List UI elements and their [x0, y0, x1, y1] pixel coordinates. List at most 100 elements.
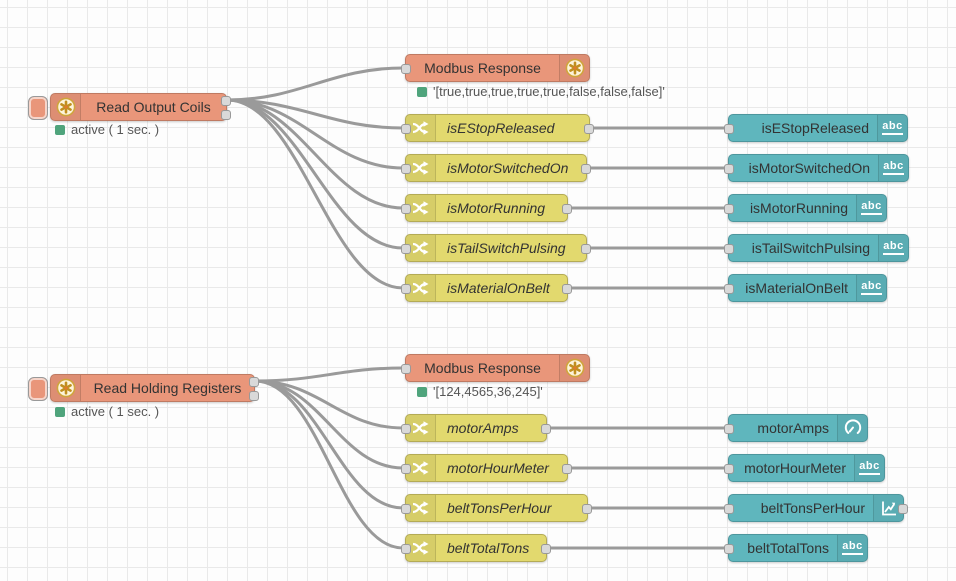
output-port[interactable] [584, 124, 594, 134]
status-dot-icon [417, 87, 427, 97]
wire[interactable] [255, 368, 403, 381]
node-label: isTailSwitchPulsing [436, 235, 586, 261]
input-port[interactable] [401, 284, 411, 294]
input-port[interactable] [401, 244, 411, 254]
node-label: beltTotalTons [729, 535, 837, 561]
status-text: active ( 1 sec. ) [71, 122, 159, 137]
wire[interactable] [227, 68, 403, 100]
input-port[interactable] [401, 124, 411, 134]
abc-icon: abc [837, 535, 867, 561]
node-switch-istailswitchpulsing[interactable]: isTailSwitchPulsing [405, 234, 587, 262]
wire[interactable] [227, 100, 403, 248]
node-label: isEStopReleased [729, 115, 877, 141]
node-label: motorHourMeter [729, 455, 854, 481]
node-ui-motoramps[interactable]: motorAmps [728, 414, 868, 442]
node-switch-ismaterialonbelt[interactable]: isMaterialOnBelt [405, 274, 568, 302]
node-switch-isestopreleased[interactable]: isEStopReleased [405, 114, 590, 142]
status-dot-icon [55, 407, 65, 417]
node-read-output-coils[interactable]: Read Output Coils [50, 93, 227, 121]
node-ui-ismotorrunning[interactable]: isMotorRunning abc [728, 194, 887, 222]
output-port[interactable] [582, 504, 592, 514]
modbus-icon [51, 94, 81, 120]
node-button[interactable] [28, 377, 48, 401]
input-port[interactable] [401, 504, 411, 514]
output-port[interactable] [581, 164, 591, 174]
output-port[interactable] [562, 284, 572, 294]
node-modbus-response-top[interactable]: Modbus Response [405, 54, 590, 82]
input-port[interactable] [401, 424, 411, 434]
node-label: isTailSwitchPulsing [729, 235, 878, 261]
node-modbus-response-bottom[interactable]: Modbus Response [405, 354, 590, 382]
abc-icon: abc [856, 195, 886, 221]
node-switch-ismotorswitchedon[interactable]: isMotorSwitchedOn [405, 154, 587, 182]
output-port[interactable] [562, 204, 572, 214]
node-label: isEStopReleased [436, 115, 589, 141]
modbus-icon [559, 55, 589, 81]
node-status: active ( 1 sec. ) [55, 404, 159, 419]
node-ui-belttotaltons[interactable]: beltTotalTons abc [728, 534, 868, 562]
input-port[interactable] [724, 464, 734, 474]
input-port[interactable] [724, 424, 734, 434]
node-ui-istailswitchpulsing[interactable]: isTailSwitchPulsing abc [728, 234, 909, 262]
status-dot-icon [55, 125, 65, 135]
node-ui-isestopreleased[interactable]: isEStopReleased abc [728, 114, 908, 142]
node-label: motorHourMeter [436, 455, 567, 481]
input-port[interactable] [724, 164, 734, 174]
node-ui-motorhourmeter[interactable]: motorHourMeter abc [728, 454, 885, 482]
input-port[interactable] [401, 364, 411, 374]
gauge-icon [837, 415, 867, 441]
output-port[interactable] [541, 544, 551, 554]
status-text: active ( 1 sec. ) [71, 404, 159, 419]
output-port[interactable] [249, 391, 259, 401]
node-switch-motorhourmeter[interactable]: motorHourMeter [405, 454, 568, 482]
node-label: isMaterialOnBelt [436, 275, 567, 301]
output-port[interactable] [249, 377, 259, 387]
input-port[interactable] [724, 284, 734, 294]
node-button[interactable] [28, 96, 48, 120]
input-port[interactable] [401, 544, 411, 554]
output-port[interactable] [562, 464, 572, 474]
input-port[interactable] [724, 124, 734, 134]
input-port[interactable] [401, 64, 411, 74]
input-port[interactable] [724, 544, 734, 554]
node-switch-motoramps[interactable]: motorAmps [405, 414, 547, 442]
node-switch-belttotaltons[interactable]: beltTotalTons [405, 534, 547, 562]
node-label: Read Output Coils [81, 94, 226, 120]
status-text: '[true,true,true,true,true,false,false,f… [433, 84, 665, 99]
node-switch-belttonsperhour[interactable]: beltTonsPerHour [405, 494, 588, 522]
input-port[interactable] [401, 204, 411, 214]
wire[interactable] [255, 381, 403, 508]
input-port[interactable] [724, 244, 734, 254]
output-port[interactable] [221, 96, 231, 106]
output-port[interactable] [898, 504, 908, 514]
node-read-holding-registers[interactable]: Read Holding Registers [50, 374, 255, 402]
abc-icon: abc [856, 275, 886, 301]
node-label: motorAmps [436, 415, 546, 441]
node-label: Read Holding Registers [81, 375, 254, 401]
node-label: motorAmps [729, 415, 837, 441]
output-port[interactable] [221, 110, 231, 120]
output-port[interactable] [541, 424, 551, 434]
node-label: beltTonsPerHour [436, 495, 587, 521]
node-ui-ismotorswitchedon[interactable]: isMotorSwitchedOn abc [728, 154, 909, 182]
node-label: isMotorSwitchedOn [729, 155, 878, 181]
node-ui-ismaterialonbelt[interactable]: isMaterialOnBelt abc [728, 274, 887, 302]
status-text: '[124,4565,36,245]' [433, 384, 543, 399]
flow-canvas[interactable]: Read Output Coils active ( 1 sec. ) Modb… [0, 0, 956, 581]
node-label: isMotorRunning [436, 195, 567, 221]
node-switch-ismotorrunning[interactable]: isMotorRunning [405, 194, 568, 222]
input-port[interactable] [724, 204, 734, 214]
input-port[interactable] [724, 504, 734, 514]
status-dot-icon [417, 387, 427, 397]
node-status: '[true,true,true,true,true,false,false,f… [417, 84, 665, 99]
abc-icon: abc [854, 455, 884, 481]
input-port[interactable] [401, 164, 411, 174]
node-ui-belttonsperhour[interactable]: beltTonsPerHour [728, 494, 904, 522]
node-label: Modbus Response [406, 355, 559, 381]
node-status: '[124,4565,36,245]' [417, 384, 543, 399]
abc-icon: abc [878, 235, 908, 261]
output-port[interactable] [581, 244, 591, 254]
modbus-icon [51, 375, 81, 401]
input-port[interactable] [401, 464, 411, 474]
node-label: Modbus Response [406, 55, 559, 81]
